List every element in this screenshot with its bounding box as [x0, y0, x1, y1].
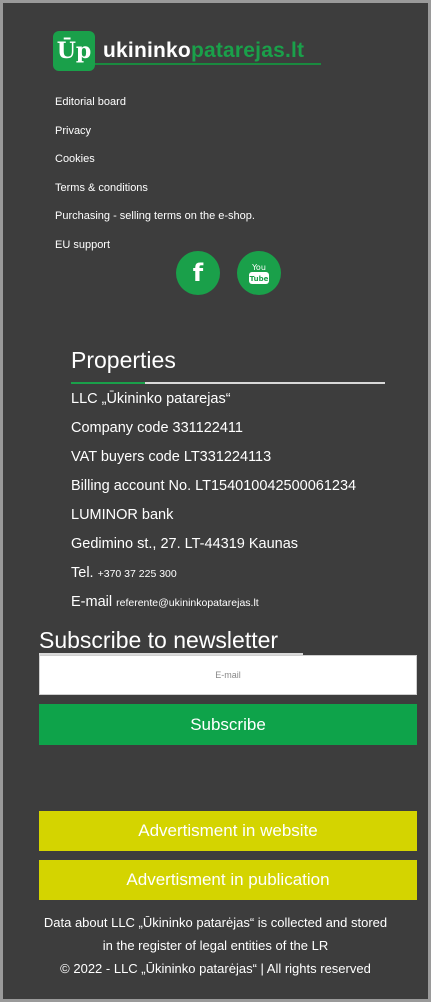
properties-rule	[71, 382, 385, 384]
link-eu-support[interactable]: EU support	[55, 236, 255, 265]
footer-links: Editorial board Privacy Cookies Terms & …	[55, 93, 255, 264]
newsletter-email-input[interactable]	[39, 655, 417, 695]
logo-mark: Ūp	[53, 31, 95, 71]
site-logo[interactable]: Ūp ukininkopatarejas.lt	[53, 29, 304, 73]
email-label: E-mail	[71, 594, 113, 610]
vat-code: VAT buyers code LT331224113	[71, 449, 272, 465]
company-properties: LLC „Ūkininko patarejas“ Company code 33…	[71, 388, 356, 620]
legal-text-line-2: in the register of legal entities of the…	[102, 938, 329, 953]
advertisment-website-button[interactable]: Advertisment in website	[39, 811, 417, 851]
facebook-icon[interactable]: f	[176, 251, 220, 295]
legal-text-line-1: Data about LLC „Ūkininko patarėjas“ is c…	[43, 915, 388, 930]
facebook-glyph: f	[192, 259, 204, 287]
link-cookies[interactable]: Cookies	[55, 150, 255, 179]
email-value[interactable]: referente@ukininkopatarejas.lt	[116, 597, 259, 609]
phone-value[interactable]: +370 37 225 300	[98, 568, 177, 580]
company-code: Company code 331122411	[71, 420, 243, 436]
phone: Tel. +370 37 225 300	[71, 562, 356, 591]
phone-label: Tel.	[71, 565, 94, 581]
link-purchasing-terms[interactable]: Purchasing - selling terms on the e-shop…	[55, 207, 255, 236]
logo-text: ukininkopatarejas.lt	[103, 39, 304, 63]
address: Gedimino st., 27. LT-44319 Kaunas	[71, 536, 299, 552]
footer-panel: Ūp ukininkopatarejas.lt Editorial board …	[0, 0, 431, 1002]
billing-account: Billing account No. LT154010042500061234	[71, 478, 357, 494]
bank-name: LUMINOR bank	[71, 507, 174, 523]
subscribe-button[interactable]: Subscribe	[39, 704, 417, 745]
logo-text-part1: ukininko	[103, 39, 191, 62]
copyright-text: © 2022 - LLC „Ūkininko patarėjas“ | All …	[60, 961, 371, 976]
link-terms-conditions[interactable]: Terms & conditions	[55, 179, 255, 208]
link-privacy[interactable]: Privacy	[55, 122, 255, 151]
youtube-glyph: You Tube	[249, 263, 269, 284]
svg-text:Tube: Tube	[250, 275, 269, 283]
email: E-mail referente@ukininkopatarejas.lt	[71, 591, 356, 620]
youtube-icon[interactable]: You Tube	[237, 251, 281, 295]
company-name: LLC „Ūkininko patarejas“	[71, 391, 231, 407]
newsletter-title: Subscribe to newsletter	[39, 627, 279, 653]
logo-text-part2: patarejas.lt	[190, 39, 305, 62]
properties-title: Properties	[71, 347, 176, 373]
advertisment-publication-button[interactable]: Advertisment in publication	[39, 860, 417, 900]
svg-text:You: You	[251, 263, 266, 272]
logo-underline	[95, 63, 321, 65]
link-editorial-board[interactable]: Editorial board	[55, 93, 255, 122]
